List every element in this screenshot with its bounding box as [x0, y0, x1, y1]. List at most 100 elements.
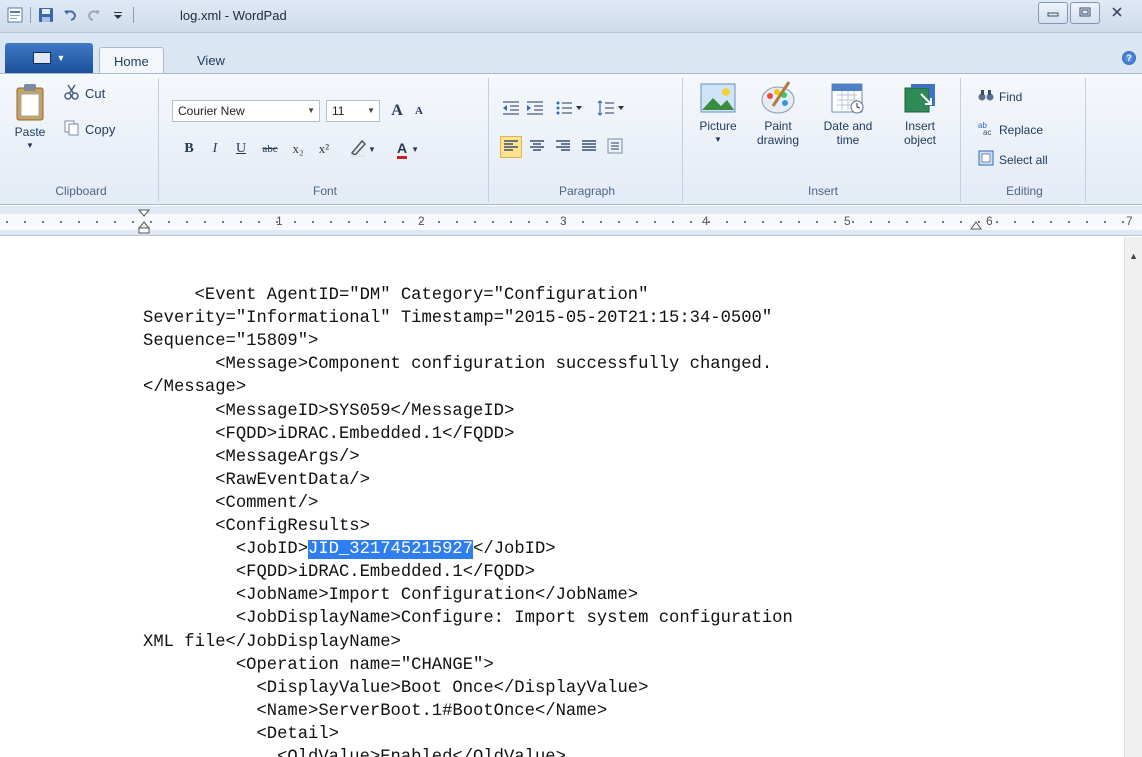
help-icon[interactable]: ? [1122, 51, 1136, 65]
bullet-list-icon [555, 100, 583, 119]
align-left-button[interactable] [500, 136, 522, 158]
undo-icon[interactable] [61, 6, 79, 24]
document-editor[interactable]: <Event AgentID="DM" Category="Configurat… [0, 237, 1124, 757]
ruler-tick [258, 221, 260, 223]
justify-button[interactable] [578, 136, 600, 158]
ruler-tick [1086, 221, 1088, 223]
ruler-tick [132, 221, 134, 223]
align-center-icon [529, 139, 545, 156]
align-center-button[interactable] [526, 136, 548, 158]
maximize-button[interactable] [1070, 2, 1100, 24]
cut-button[interactable]: Cut [64, 84, 105, 103]
paste-button[interactable]: Paste ▼ [8, 82, 52, 153]
scroll-up-arrow-icon[interactable]: ▲ [1129, 251, 1138, 261]
ruler-tick [726, 221, 728, 223]
document-line: <JobID> [143, 540, 309, 560]
close-icon [1111, 5, 1123, 21]
highlighter-icon [348, 137, 368, 162]
title-bar: log.xml - WordPad [0, 0, 1142, 33]
copy-icon [64, 120, 80, 139]
line-spacing-button[interactable] [592, 98, 630, 120]
find-button[interactable]: Find [978, 88, 1022, 105]
bold-button[interactable]: B [178, 138, 200, 160]
customize-qat-chevron-icon[interactable] [109, 6, 127, 24]
subscript-button[interactable]: x₂ [286, 138, 310, 160]
font-family-select[interactable]: Courier New ▼ [172, 100, 320, 122]
font-size-select[interactable]: 11 ▼ [326, 100, 380, 122]
replace-label: Replace [999, 122, 1044, 137]
date-time-button[interactable]: Date and time [820, 80, 876, 147]
selected-text[interactable]: JID_321745215927 [308, 540, 474, 560]
ruler-tick [636, 221, 638, 223]
document-line: Severity="Informational" Timestamp="2015… [143, 309, 773, 329]
ruler[interactable]: 1 2 3 4 5 6 7 [0, 206, 1142, 236]
minimize-button[interactable] [1038, 2, 1068, 24]
ruler-tick [780, 221, 782, 223]
insert-object-label-line1: Insert [904, 119, 935, 133]
binoculars-icon [978, 88, 994, 105]
ruler-tick [474, 221, 476, 223]
cut-label: Cut [85, 86, 106, 101]
wordpad-app-icon[interactable] [6, 6, 24, 24]
replace-icon: ab ac [978, 120, 994, 139]
highlight-color-button[interactable]: ▼ [342, 138, 382, 160]
italic-button[interactable]: I [204, 138, 226, 160]
document-line: <RawEventData/> [143, 470, 370, 490]
paragraph-settings-button[interactable] [604, 136, 626, 158]
replace-button[interactable]: ab ac Replace [978, 120, 1043, 139]
paint-palette-icon [759, 80, 797, 119]
superscript-button[interactable]: x² [312, 138, 336, 160]
paint-drawing-button[interactable]: Paint drawing [750, 80, 806, 147]
decrease-indent-button[interactable] [500, 98, 522, 120]
font-color-button[interactable]: A ▼ [388, 138, 428, 160]
close-button[interactable] [1102, 2, 1132, 24]
decrease-indent-icon [502, 100, 520, 119]
increase-indent-button[interactable] [524, 98, 546, 120]
picture-icon [699, 80, 737, 119]
right-indent-marker[interactable] [970, 221, 982, 236]
insert-object-button[interactable]: Insert object [892, 80, 948, 147]
tab-home[interactable]: Home [99, 47, 164, 73]
list-button[interactable] [550, 98, 588, 120]
ruler-tick [420, 221, 422, 223]
select-all-button[interactable]: Select all [978, 150, 1048, 169]
paint-label-line2: drawing [756, 133, 800, 147]
shrink-font-button[interactable]: A [408, 100, 430, 122]
redo-icon[interactable] [85, 6, 103, 24]
document-line: <FQDD>iDRAC.Embedded.1</FQDD> [143, 563, 535, 583]
select-all-icon [978, 150, 994, 169]
picture-button[interactable]: Picture ▼ [690, 80, 746, 147]
ruler-tick [618, 221, 620, 223]
font-size-value: 11 [332, 104, 345, 118]
ruler-tick [204, 221, 206, 223]
tab-view[interactable]: View [183, 47, 239, 73]
document-text[interactable]: <Event AgentID="DM" Category="Configurat… [143, 261, 793, 757]
insert-object-label-line2: object [903, 133, 937, 147]
minimize-icon [1047, 6, 1059, 20]
copy-button[interactable]: Copy [64, 120, 115, 139]
qat-separator [133, 7, 134, 23]
ruler-tick [906, 221, 908, 223]
ruler-tick [1068, 221, 1070, 223]
picture-label: Picture [699, 119, 737, 133]
ruler-tick [816, 221, 818, 223]
vertical-scrollbar[interactable]: ▲ [1124, 237, 1142, 757]
ruler-tick [222, 221, 224, 223]
ruler-tick [870, 221, 872, 223]
document-line: XML file</JobDisplayName> [143, 632, 401, 652]
align-right-button[interactable] [552, 136, 574, 158]
ruler-tick [888, 221, 890, 223]
first-line-indent-marker[interactable] [137, 209, 151, 238]
paste-icon [14, 82, 46, 125]
ruler-tick [60, 221, 62, 223]
strikethrough-button[interactable]: abc [256, 138, 284, 160]
underline-button[interactable]: U [230, 138, 252, 160]
application-menu-button[interactable]: ▼ [5, 43, 93, 73]
ruler-tick [744, 221, 746, 223]
save-icon[interactable] [37, 6, 55, 24]
ruler-tick [1104, 221, 1106, 223]
ruler-tick [456, 221, 458, 223]
ruler-number: 7 [1126, 214, 1133, 228]
grow-font-button[interactable]: A [386, 100, 408, 122]
document-line: <MessageID>SYS059</MessageID> [143, 401, 515, 421]
